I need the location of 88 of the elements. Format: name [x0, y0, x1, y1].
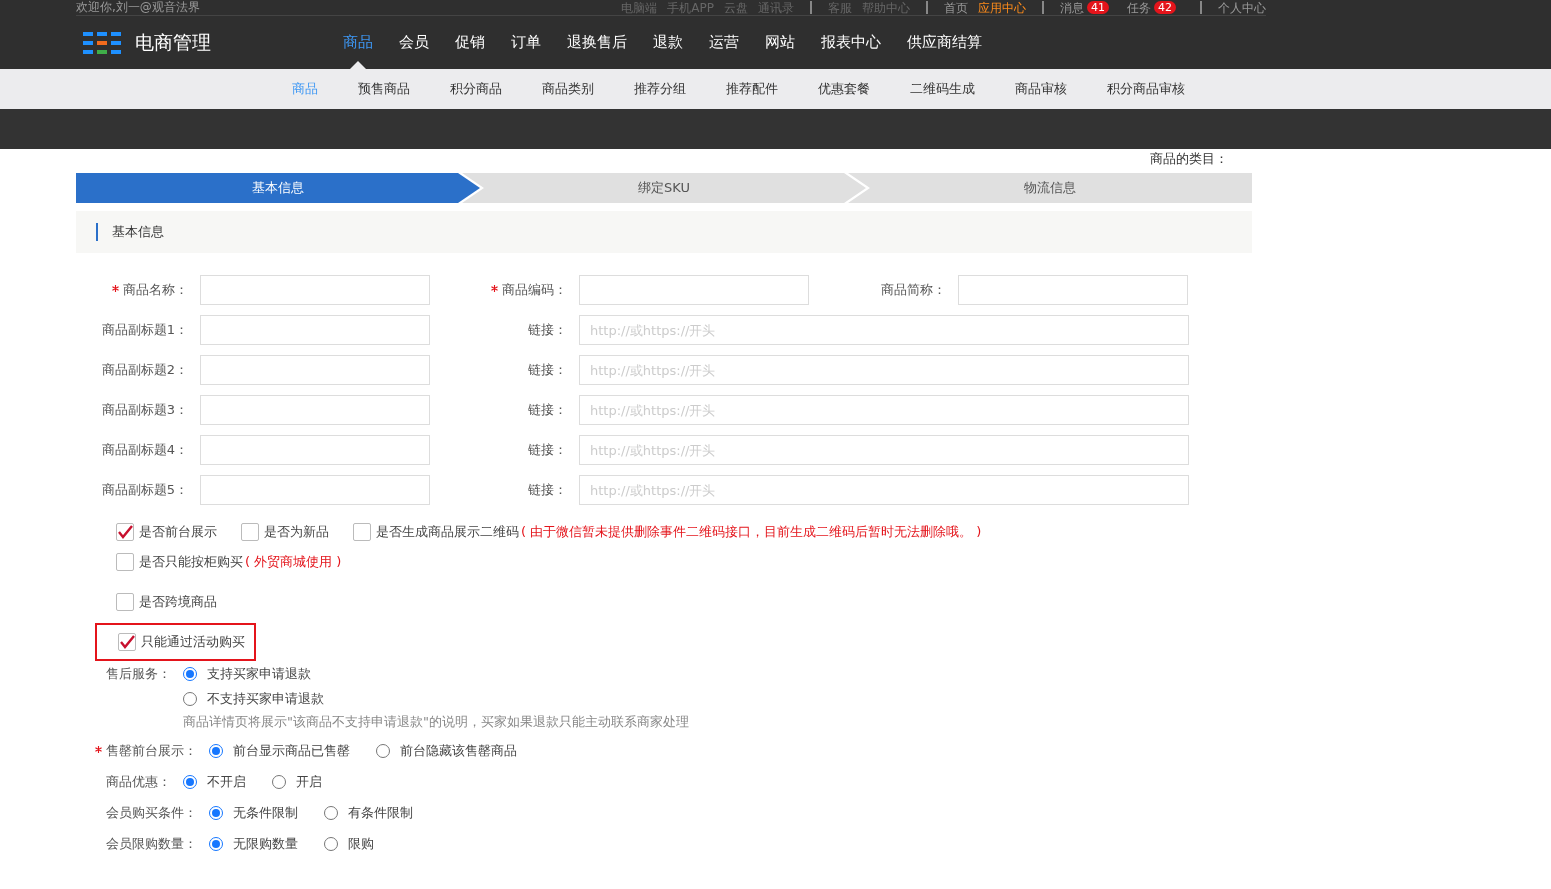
nav-tab[interactable]: 商品 [330, 16, 386, 69]
field-label: 链接： [528, 482, 567, 497]
checkbox-label: 是否生成商品展示二维码 [376, 523, 519, 541]
subnav-tab[interactable]: 二维码生成 [890, 80, 995, 98]
radio-group-label: 会员限购数量： [106, 836, 197, 851]
subnav-tab[interactable]: 预售商品 [338, 80, 430, 98]
nav-tab[interactable]: 退款 [640, 16, 696, 69]
nav-tab[interactable]: 促销 [442, 16, 498, 69]
nav-tab[interactable]: 网站 [752, 16, 808, 69]
radio-label: 不支持买家申请退款 [207, 690, 324, 708]
asterisk-icon [112, 285, 119, 292]
nav-tab[interactable]: 退换售后 [554, 16, 640, 69]
category-label: 商品的类目： [1150, 151, 1228, 168]
radio-label: 无条件限制 [233, 804, 298, 822]
checkbox[interactable] [116, 553, 134, 571]
nav-tab[interactable]: 运营 [696, 16, 752, 69]
field-label: 商品副标题1： [101, 322, 188, 337]
subnav-tab[interactable]: 优惠套餐 [798, 80, 890, 98]
input-field[interactable] [958, 275, 1188, 305]
radio-label: 有条件限制 [348, 804, 413, 822]
checkbox-label: 是否跨境商品 [139, 593, 217, 611]
field-label: 商品副标题3： [101, 402, 188, 417]
radio-label: 开启 [296, 773, 322, 791]
field-label: 商品名称： [122, 282, 188, 297]
radio-label: 支持买家申请退款 [207, 665, 311, 683]
field-label: 链接： [528, 322, 567, 337]
radio-group-label: 售后服务： [106, 666, 171, 681]
warning-note: ( 由于微信暂未提供删除事件二维码接口，目前生成二维码后暂时无法删除哦。 ) [521, 523, 982, 541]
top-link[interactable]: 个人中心 [1218, 0, 1266, 15]
field-label: 商品副标题2： [101, 362, 188, 377]
radio-label: 限购 [348, 835, 374, 853]
input-field[interactable] [579, 275, 809, 305]
checkbox[interactable] [241, 523, 259, 541]
checkbox[interactable] [116, 523, 134, 541]
field-label: 商品简称： [881, 282, 946, 297]
radio-label: 不开启 [207, 773, 246, 791]
field-label: 商品副标题4： [101, 442, 188, 457]
subnav-tab[interactable]: 积分商品审核 [1087, 80, 1205, 98]
field-label: 链接： [528, 442, 567, 457]
checkbox-label: 是否为新品 [264, 523, 329, 541]
checkbox[interactable] [353, 523, 371, 541]
field-label: 商品副标题5： [101, 482, 188, 497]
field-label: 商品编码： [501, 282, 567, 297]
subnav-tab[interactable]: 商品类别 [522, 80, 614, 98]
asterisk-icon [95, 746, 102, 753]
checkbox[interactable] [118, 633, 136, 651]
subnav-tab[interactable]: 商品审核 [995, 80, 1087, 98]
radio-group-label: 会员购买条件： [106, 805, 197, 820]
radio-group-label: 商品优惠： [106, 774, 171, 789]
radio-label: 无限购数量 [233, 835, 298, 853]
input-field[interactable] [200, 355, 430, 385]
subnav-tab[interactable]: 积分商品 [430, 80, 522, 98]
nav-tab[interactable]: 订单 [498, 16, 554, 69]
warning-note: ( 外贸商城使用 ) [245, 553, 342, 571]
section-title: 基本信息 [96, 223, 164, 241]
nav-tab[interactable]: 供应商结算 [894, 16, 995, 69]
nav-tab[interactable]: 会员 [386, 16, 442, 69]
input-field[interactable] [200, 315, 430, 345]
radio-group-label: 售罄前台展示： [105, 743, 197, 758]
radio-label: 前台显示商品已售罄 [233, 742, 350, 760]
top-link[interactable]: 消息 [1060, 0, 1084, 15]
app-title: 电商管理 [135, 29, 211, 55]
asterisk-icon [491, 285, 498, 292]
count-badge: 41 [1087, 1, 1109, 14]
subnav-tab[interactable]: 推荐分组 [614, 80, 706, 98]
input-field[interactable] [200, 275, 430, 305]
radio-label: 前台隐藏该售罄商品 [400, 742, 517, 760]
welcome-text: 欢迎你,刘一@观音法界 [76, 0, 200, 15]
checkbox-label: 是否只能按柜购买 [139, 553, 243, 571]
step-tab[interactable]: 绑定SKU [462, 173, 866, 203]
top-link[interactable]: 应用中心 [978, 0, 1026, 15]
checkbox-label: 是否前台展示 [139, 523, 217, 541]
input-field[interactable] [200, 395, 430, 425]
grid-logo-icon [83, 31, 121, 54]
step-tab[interactable]: 基本信息 [76, 173, 480, 203]
step-tab[interactable]: 物流信息 [848, 173, 1252, 203]
top-link[interactable]: 首页 [944, 0, 968, 15]
checkbox[interactable] [116, 593, 134, 611]
field-label: 链接： [528, 402, 567, 417]
top-link[interactable]: 任务 [1127, 0, 1151, 15]
count-badge: 42 [1154, 1, 1176, 14]
nav-tab[interactable]: 报表中心 [808, 16, 894, 69]
input-field[interactable] [200, 435, 430, 465]
hint-text: 商品详情页将展示"该商品不支持申请退款"的说明，买家如果退款只能主动联系商家处理 [183, 713, 689, 731]
subnav-tab[interactable]: 推荐配件 [706, 80, 798, 98]
input-field[interactable] [200, 475, 430, 505]
field-label: 链接： [528, 362, 567, 377]
checkbox-label: 只能通过活动购买 [141, 633, 245, 651]
